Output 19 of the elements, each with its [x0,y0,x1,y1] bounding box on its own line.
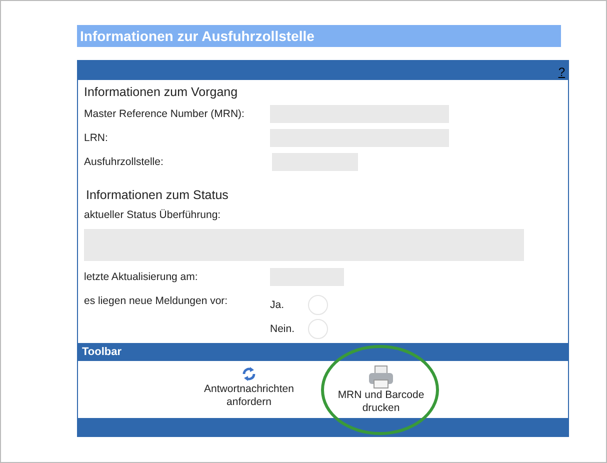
field-label: LRN: [84,132,109,144]
field-label: aktueller Status Überführung: [84,209,222,221]
section-heading: Informationen zum Status [86,188,230,202]
radio-label: Ja. [270,299,286,311]
field-label: Master Reference Number (MRN): [84,108,246,120]
refresh-icon [240,365,258,383]
radio-label: Nein. [270,323,296,335]
field-label: Ausfuhrzollstelle: [84,156,164,168]
printer-icon [368,365,394,389]
section-heading: Informationen zum Vorgang [84,85,239,99]
toolbar-button[interactable]: Antwortnachrichten anfordern [196,365,302,409]
page-title: Informationen zur Ausfuhrzollstelle [77,25,561,47]
field-label: letzte Aktualisierung am: [84,271,199,283]
radio-button[interactable] [308,319,328,339]
toolbar-button[interactable]: MRN und Barcode drucken [328,365,434,415]
radio-button[interactable] [308,295,328,315]
toolbar-header: Toolbar [78,343,568,361]
field-label: es liegen neue Meldungen vor: [84,295,229,307]
help-link[interactable]: ? [558,65,568,80]
